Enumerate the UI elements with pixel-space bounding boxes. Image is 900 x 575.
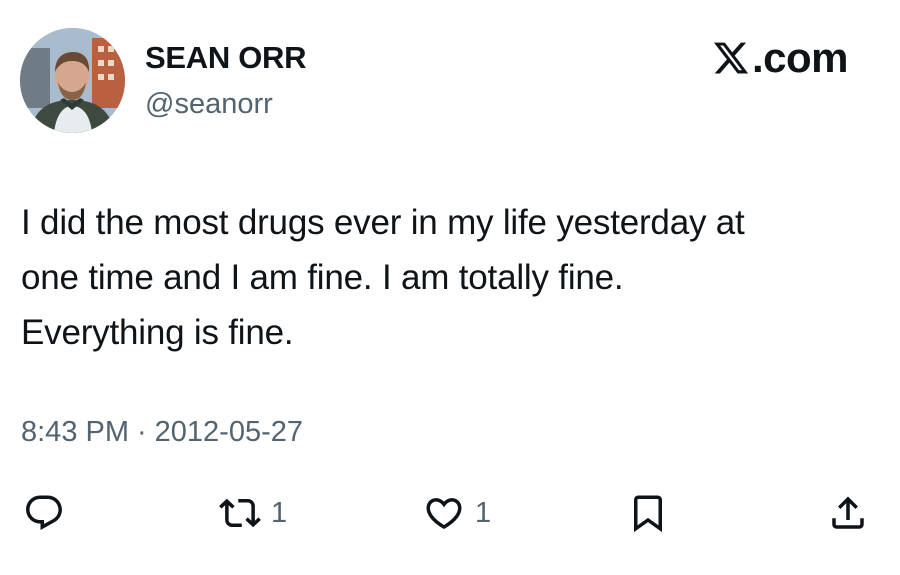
- tweet-text: I did the most drugs ever in my life yes…: [21, 195, 881, 360]
- reply-icon: [26, 495, 62, 530]
- retweet-icon: [219, 498, 261, 528]
- brand-domain: .com: [751, 34, 849, 81]
- display-name[interactable]: SEAN ORR: [145, 40, 307, 76]
- bookmark-icon: [634, 495, 662, 533]
- action-bar: 1 1: [0, 488, 900, 538]
- tweet-date: 2012-05-27: [154, 416, 304, 448]
- heart-icon: [426, 498, 462, 530]
- like-count: 1: [475, 496, 492, 529]
- x-logo-icon: [712, 38, 750, 78]
- retweet-button[interactable]: 1: [219, 488, 287, 538]
- reply-button[interactable]: [23, 488, 65, 538]
- tweet-card: SEAN ORR @seanorr .com I did the most dr…: [0, 0, 900, 575]
- brand-logo: .com: [712, 34, 849, 81]
- tweet-line: one time and I am fine. I am totally fin…: [21, 258, 624, 297]
- tweet-line: I did the most drugs ever in my life yes…: [21, 203, 745, 242]
- share-button[interactable]: [827, 488, 869, 538]
- like-button[interactable]: 1: [423, 488, 491, 538]
- avatar[interactable]: [20, 28, 125, 133]
- avatar-image: [20, 28, 125, 133]
- meta-separator: ·: [137, 416, 147, 448]
- retweet-count: 1: [271, 496, 288, 529]
- bookmark-button[interactable]: [627, 488, 669, 538]
- share-icon: [832, 496, 864, 529]
- user-handle[interactable]: @seanorr: [145, 88, 273, 121]
- tweet-line: Everything is fine.: [21, 313, 294, 352]
- tweet-timestamp[interactable]: 8:43 PM · 2012-05-27: [21, 416, 303, 449]
- tweet-time: 8:43 PM: [21, 416, 129, 448]
